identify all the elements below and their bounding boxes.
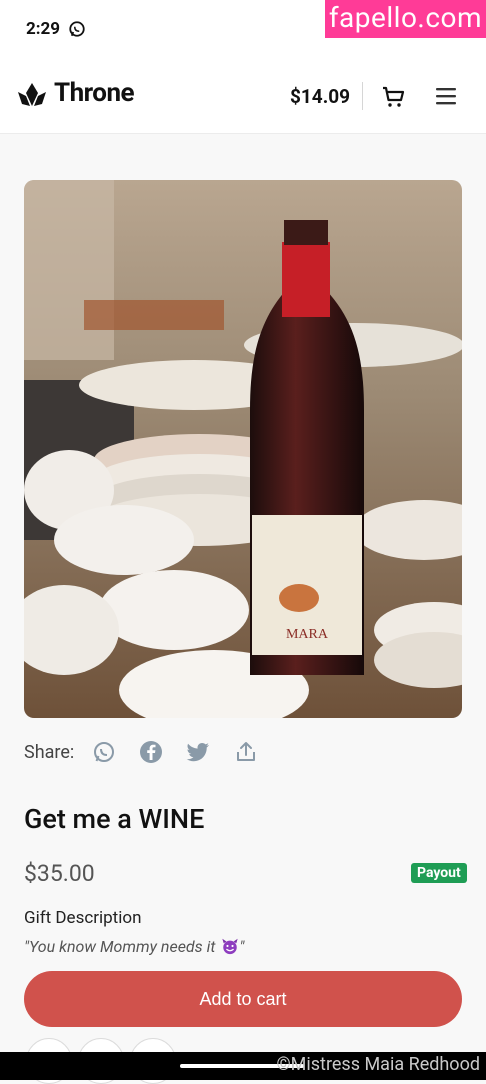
wallet-balance[interactable]: $14.09 xyxy=(290,85,350,108)
whatsapp-notification-icon xyxy=(69,21,85,37)
svg-text:MARA: MARA xyxy=(286,627,329,642)
brand-name[interactable]: Throne xyxy=(54,78,135,108)
product-price: $35.00 xyxy=(24,860,95,887)
share-label: Share: xyxy=(24,742,75,763)
header-divider xyxy=(362,82,363,110)
throne-logo-icon xyxy=(18,83,46,106)
hamburger-menu-icon[interactable] xyxy=(435,86,457,106)
twitter-share-icon[interactable] xyxy=(186,740,210,764)
product-title: Get me a WINE xyxy=(24,803,205,835)
watermark-bottom: ©Mistress Maia Redhood xyxy=(276,1054,480,1075)
whatsapp-share-icon[interactable] xyxy=(92,740,116,764)
share-upload-icon[interactable] xyxy=(234,740,258,764)
gift-description-label: Gift Description xyxy=(24,908,142,928)
gift-description-end: " xyxy=(239,937,245,956)
payout-badge: Payout xyxy=(411,863,467,883)
add-to-cart-button[interactable]: Add to cart xyxy=(24,971,462,1027)
watermark-top: fapello.com xyxy=(324,0,486,38)
gift-description-body: "You know Mommy needs it xyxy=(24,937,220,956)
status-time: 2:29 xyxy=(26,19,61,39)
smiling-devil-emoji-icon xyxy=(222,938,239,955)
product-image: MARA xyxy=(24,180,462,718)
cart-icon[interactable] xyxy=(382,85,406,109)
header: Throne $14.09 xyxy=(0,58,486,134)
facebook-share-icon[interactable] xyxy=(139,740,163,764)
gift-description-text: "You know Mommy needs it " xyxy=(24,937,244,956)
